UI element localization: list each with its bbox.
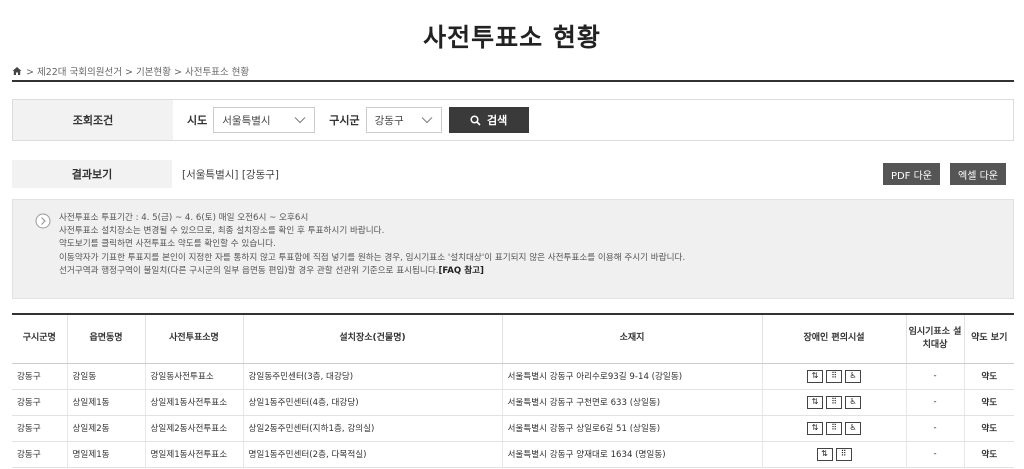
cell-station-name: 상일제2동사전투표소 (145, 415, 244, 442)
sido-select[interactable]: 서울특별시 (213, 107, 316, 133)
braille-icon: ⠿ (835, 447, 852, 461)
chevron-down-icon (294, 117, 306, 124)
braille-icon: ⠿ (826, 421, 842, 435)
wheelchair-icon: ♿ (845, 369, 861, 383)
wheelchair-icon: ♿ (845, 395, 861, 409)
notice-line-text: 선거구역과 행정구역이 불일치(다른 구시군의 일부 읍면동 편입)할 경우 관… (59, 265, 439, 276)
elevator-icon: ⇅ (807, 369, 823, 383)
cell-gusigun: 강동구 (12, 415, 68, 442)
notice-line: 사전투표소 투표기간 : 4. 5(금) ~ 4. 6(토) 매일 오전6시 ~… (59, 213, 309, 223)
gusigun-label: 구시군 (329, 114, 360, 127)
col-station-name: 사전투표소명 (145, 315, 244, 364)
col-dong: 읍면동명 (67, 315, 146, 364)
table-row: 강동구 상일제1동 상일제1동사전투표소 상일1동주민센터(4층, 대강당) 서… (12, 389, 1014, 416)
gusigun-select[interactable]: 강동구 (365, 107, 442, 133)
breadcrumb-path: > 제22대 국회의원선거 > 기본현황 > 사전투표소 현황 (26, 67, 250, 78)
cell-place: 강일동주민센터(3층, 대강당) (243, 363, 503, 390)
search-button[interactable]: 검색 (448, 107, 529, 133)
search-panel: 조회조건 시도 서울특별시 구시군 강동구 검색 (12, 99, 1014, 141)
result-bar: 결과보기 [서울특별시] [강동구] PDF 다운 엑셀 다운 (12, 160, 1014, 188)
cell-facilities: ⇅ ⠿ ♿ (762, 415, 907, 442)
col-place: 설치장소(건물명) (243, 315, 503, 364)
page-title: 사전투표소 현황 (423, 23, 601, 52)
cell-place: 상일1동주민센터(4층, 대강당) (243, 389, 503, 416)
map-link[interactable]: 약도 (964, 389, 1014, 416)
cell-facilities: ⇅ ⠿ (762, 441, 907, 468)
wheelchair-icon: ♿ (845, 421, 861, 435)
cell-dong: 상일제2동 (67, 415, 146, 442)
cell-station-name: 강일동사전투표소 (145, 363, 244, 390)
cell-facilities: ⇅ ⠿ ♿ (762, 389, 907, 416)
sido-label: 시도 (187, 114, 208, 127)
col-address: 소재지 (502, 315, 763, 364)
map-link[interactable]: 약도 (964, 415, 1014, 442)
cell-station-name: 명일제1동사전투표소 (145, 441, 244, 468)
gusigun-value: 강동구 (374, 114, 404, 127)
cell-temp-booth: - (906, 363, 965, 390)
home-icon[interactable] (12, 66, 22, 76)
cell-temp-booth: - (906, 415, 965, 442)
braille-icon: ⠿ (826, 395, 842, 409)
table-row: 강동구 상일제2동 상일제2동사전투표소 상일2동주민센터(지하1층, 강의실)… (12, 415, 1014, 442)
cell-address: 서울특별시 강동구 아리수로93길 9-14 (강일동) (502, 363, 763, 390)
cell-temp-booth: - (906, 441, 965, 468)
col-map: 약도 보기 (964, 315, 1014, 364)
cell-gusigun: 강동구 (12, 363, 68, 390)
cell-station-name: 상일제1동사전투표소 (145, 389, 244, 416)
cell-place: 상일2동주민센터(지하1층, 강의실) (243, 415, 503, 442)
faq-link[interactable]: [FAQ 참고] (438, 266, 484, 276)
cell-address: 서울특별시 강동구 양재대로 1634 (명일동) (502, 441, 763, 468)
cell-temp-booth: - (906, 389, 965, 416)
cell-place: 명일1동주민센터(2층, 다목적실) (243, 441, 503, 468)
search-condition-label: 조회조건 (13, 100, 173, 140)
table-row: 강동구 명일제1동 명일제1동사전투표소 명일1동주민센터(2층, 다목적실) … (12, 441, 1014, 468)
elevator-icon: ⇅ (807, 421, 823, 435)
notice-line: 사전투표소 설치장소는 변경될 수 있으므로, 최종 설치장소를 확인 후 투표… (59, 226, 385, 237)
breadcrumb: > 제22대 국회의원선거 > 기본현황 > 사전투표소 현황 (12, 64, 249, 78)
col-temp-booth: 임시기표소 설치대상 (906, 315, 965, 364)
result-text: [서울특별시] [강동구] (182, 168, 280, 181)
search-button-label: 검색 (487, 114, 508, 127)
excel-download-button[interactable]: 엑셀 다운 (950, 163, 1006, 185)
elevator-icon: ⇅ (816, 447, 833, 461)
notice-line: 이동약자가 기표한 투표지를 본인이 지정한 자를 통하지 않고 투표함에 직접… (59, 252, 686, 263)
map-link[interactable]: 약도 (964, 441, 1014, 468)
cell-facilities: ⇅ ⠿ ♿ (762, 363, 907, 390)
col-gusigun: 구시군명 (12, 315, 68, 364)
sido-value: 서울특별시 (222, 114, 271, 127)
result-label: 결과보기 (12, 160, 172, 188)
chevron-down-icon (421, 117, 433, 124)
chevron-right-circle-icon (35, 213, 51, 229)
elevator-icon: ⇅ (807, 395, 823, 409)
map-link[interactable]: 약도 (964, 363, 1014, 390)
header-divider (12, 80, 1014, 82)
col-facilities: 장애인 편의시설 (762, 315, 907, 364)
polling-station-table: 구시군명 읍면동명 사전투표소명 설치장소(건물명) 소재지 장애인 편의시설 … (12, 315, 1014, 468)
cell-dong: 상일제1동 (67, 389, 146, 416)
table-header-row: 구시군명 읍면동명 사전투표소명 설치장소(건물명) 소재지 장애인 편의시설 … (12, 315, 1014, 364)
cell-address: 서울특별시 강동구 상일로6길 51 (상일동) (502, 415, 763, 442)
cell-dong: 강일동 (67, 363, 146, 390)
cell-address: 서울특별시 강동구 구천면로 633 (상일동) (502, 389, 763, 416)
notice-line: 선거구역과 행정구역이 불일치(다른 구시군의 일부 읍면동 편입)할 경우 관… (59, 265, 1013, 278)
braille-icon: ⠿ (826, 369, 842, 383)
cell-gusigun: 강동구 (12, 389, 68, 416)
table-row: 강동구 강일동 강일동사전투표소 강일동주민센터(3층, 대강당) 서울특별시 … (12, 363, 1014, 390)
cell-gusigun: 강동구 (12, 441, 68, 468)
cell-dong: 명일제1동 (67, 441, 146, 468)
notice-line: 약도보기를 클릭하면 사전투표소 약도를 확인할 수 있습니다. (59, 239, 276, 250)
notice-box: 사전투표소 투표기간 : 4. 5(금) ~ 4. 6(토) 매일 오전6시 ~… (12, 199, 1014, 299)
search-icon (470, 114, 481, 126)
pdf-download-button[interactable]: PDF 다운 (882, 163, 940, 185)
